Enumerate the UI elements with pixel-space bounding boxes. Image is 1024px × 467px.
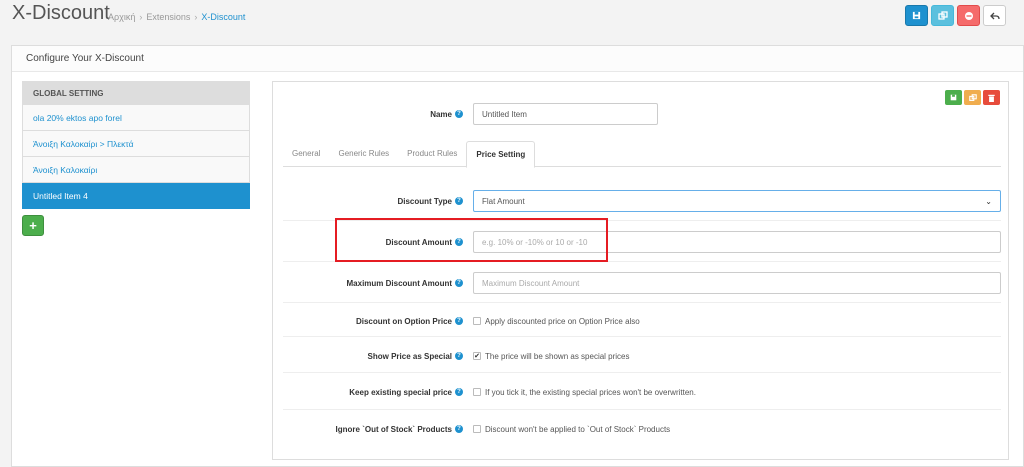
sidebar-item-untitled-4[interactable]: Untitled Item 4 [22,183,250,209]
add-item-button[interactable]: + [22,215,44,236]
help-icon[interactable]: ? [455,197,463,205]
minus-circle-icon [964,11,973,20]
breadcrumb-separator-icon: › [194,12,198,22]
divider [283,261,1001,262]
divider [283,372,1001,373]
option-price-row: Apply discounted price on Option Price a… [473,314,640,328]
sidebar-item-ola-20[interactable]: ola 20% ektos apo forel [22,105,250,131]
help-icon[interactable]: ? [455,425,463,433]
name-label-text: Name [430,109,452,119]
item-actions [945,90,1000,105]
copy-top-button[interactable] [931,5,954,26]
breadcrumb-home[interactable]: Αρχική [108,12,135,22]
discount-type-value: Flat Amount [482,196,525,206]
ignore-oos-checkbox[interactable] [473,425,481,433]
ignore-oos-row: Discount won't be applied to `Out of Sto… [473,422,670,436]
discount-type-select[interactable]: Flat Amount ⌄ [473,190,1001,212]
name-label: Name ? [283,103,463,125]
keep-special-text: If you tick it, the existing special pri… [485,387,696,397]
delete-item-button[interactable] [983,90,1000,105]
save-top-button[interactable] [905,5,928,26]
back-button[interactable] [983,5,1006,26]
max-discount-label-text: Maximum Discount Amount [346,278,452,288]
page-header: X-Discount Αρχική › Extensions › X-Disco… [0,0,1024,36]
discount-amount-label: Discount Amount ? [283,231,463,253]
keep-special-row: If you tick it, the existing special pri… [473,385,696,399]
floppy-icon [912,11,921,20]
config-panel: Configure Your X-Discount GLOBAL SETTING… [11,45,1024,467]
divider [283,409,1001,410]
keep-special-label-text: Keep existing special price [349,387,452,397]
show-special-label-text: Show Price as Special [367,351,452,361]
ignore-oos-label-text: Ignore `Out of Stock` Products [335,424,452,434]
trash-icon [988,94,995,102]
ignore-oos-text: Discount won't be applied to `Out of Sto… [485,424,671,434]
keep-special-label: Keep existing special price ? [283,385,463,399]
divider [283,336,1001,337]
save-item-button[interactable] [945,90,962,105]
divider [283,220,1001,221]
breadcrumb-current[interactable]: X-Discount [201,12,245,22]
page-title: X-Discount [12,2,110,24]
show-special-row: ✔ The price will be shown as special pri… [473,349,630,363]
floppy-icon [950,94,957,101]
max-discount-label: Maximum Discount Amount ? [283,272,463,294]
tab-generic-rules[interactable]: Generic Rules [329,141,398,166]
plus-icon: + [29,218,37,233]
discount-sidebar: GLOBAL SETTING ola 20% ektos apo forel Ά… [22,81,250,236]
help-icon[interactable]: ? [455,352,463,360]
discount-type-label-text: Discount Type [397,196,452,206]
show-special-text: The price will be shown as special price… [485,351,630,361]
tab-general[interactable]: General [283,141,329,166]
panel-heading: Configure Your X-Discount [12,46,1023,72]
checkmark-icon: ✔ [474,353,480,360]
sidebar-item-spring-summer-knit[interactable]: Άνοιξη Καλοκαίρι > Πλεκτά [22,131,250,157]
breadcrumb: Αρχική › Extensions › X-Discount [108,12,245,22]
breadcrumb-separator-icon: › [139,12,143,22]
max-discount-input[interactable]: Maximum Discount Amount [473,272,1001,294]
help-icon[interactable]: ? [455,110,463,118]
help-icon[interactable]: ? [455,279,463,287]
header-actions [905,5,1006,26]
copy-item-button[interactable] [964,90,981,105]
sidebar-item-spring-summer[interactable]: Άνοιξη Καλοκαίρι [22,157,250,183]
option-price-label-text: Discount on Option Price [355,316,452,326]
copy-icon [968,93,977,101]
show-special-label: Show Price as Special ? [283,349,463,363]
delete-top-button[interactable] [957,5,980,26]
tab-product-rules[interactable]: Product Rules [398,141,466,166]
discount-amount-input[interactable]: e.g. 10% or -10% or 10 or -10 [473,231,1001,253]
breadcrumb-extensions[interactable]: Extensions [146,12,190,22]
show-special-checkbox[interactable]: ✔ [473,352,481,360]
option-price-label: Discount on Option Price ? [283,314,463,328]
name-input[interactable]: Untitled Item [473,103,658,125]
ignore-oos-label: Ignore `Out of Stock` Products ? [283,422,463,436]
discount-type-label: Discount Type ? [283,190,463,212]
option-price-text: Apply discounted price on Option Price a… [485,316,640,326]
help-icon[interactable]: ? [455,388,463,396]
sidebar-item-global-setting[interactable]: GLOBAL SETTING [22,81,250,105]
reply-icon [989,12,1000,19]
discount-amount-label-text: Discount Amount [385,237,452,247]
divider [283,302,1001,303]
form-tabs: General Generic Rules Product Rules Pric… [283,141,1001,168]
chevron-down-icon: ⌄ [985,196,992,206]
option-price-checkbox[interactable] [473,317,481,325]
keep-special-checkbox[interactable] [473,388,481,396]
copy-icon [937,10,948,20]
help-icon[interactable]: ? [455,238,463,246]
item-form: Name ? Untitled Item General Generic Rul… [272,81,1009,460]
tab-price-setting[interactable]: Price Setting [466,141,536,168]
help-icon[interactable]: ? [455,317,463,325]
